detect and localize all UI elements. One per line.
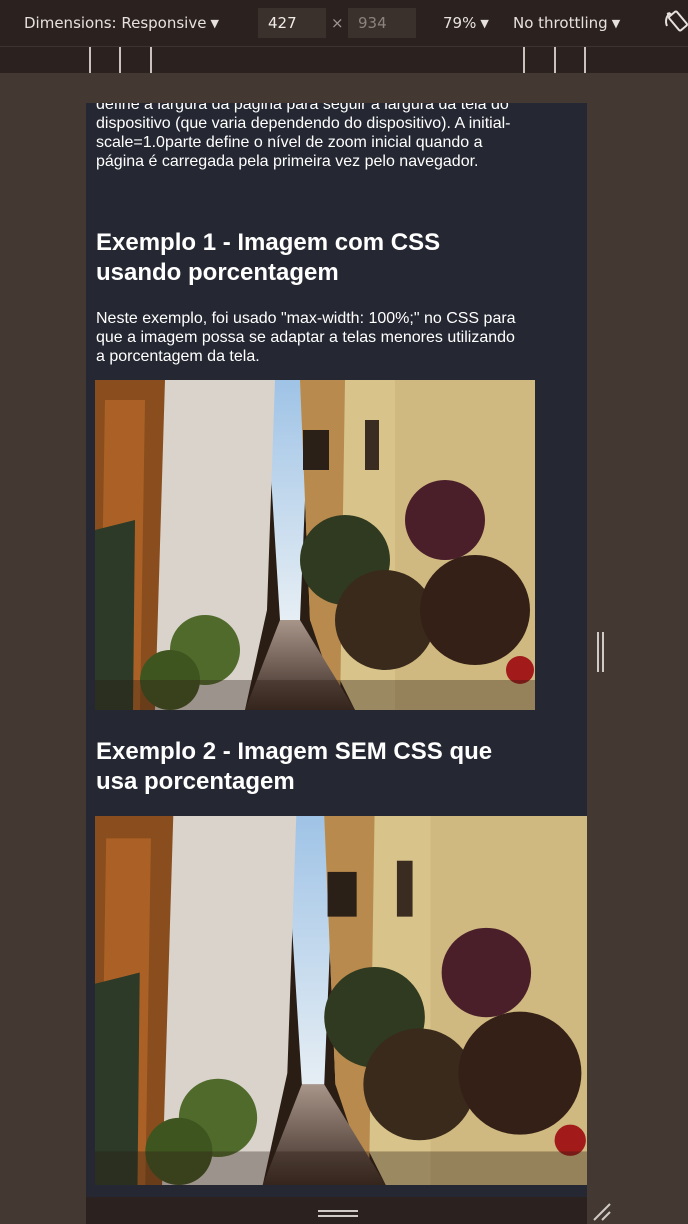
media-query-ruler xyxy=(0,46,688,73)
corner-resize-handle[interactable] xyxy=(590,1200,612,1222)
ruler-tick xyxy=(554,47,556,73)
device-toolbar: Dimensions: Responsive ▼ 427 × 934 79% ▼ N… xyxy=(0,0,688,46)
zoom-value: 79% xyxy=(443,14,477,32)
throttling-value: No throttling xyxy=(513,14,608,32)
intro-paragraph: define a largura da página para seguir a… xyxy=(96,103,511,170)
caret-down-icon: ▼ xyxy=(210,17,219,30)
example1-heading: Exemplo 1 - Imagem com CSS usando porcen… xyxy=(96,229,441,286)
alley-photo-fixed xyxy=(95,816,587,1185)
right-resize-handle[interactable] xyxy=(597,632,607,672)
ruler-tick xyxy=(119,47,121,73)
throttling-dropdown[interactable]: No throttling ▼ xyxy=(513,14,620,32)
rotate-icon[interactable] xyxy=(664,8,688,36)
times-symbol: × xyxy=(331,14,344,32)
bottom-resize-handle[interactable] xyxy=(318,1210,358,1218)
emulated-viewport[interactable]: define a largura da página para seguir a… xyxy=(86,103,587,1197)
caret-down-icon: ▼ xyxy=(611,17,621,30)
handle-line xyxy=(602,632,604,672)
dimensions-dropdown[interactable]: Dimensions: Responsive ▼ xyxy=(24,14,219,32)
width-input[interactable]: 427 xyxy=(258,8,326,38)
alley-photo-responsive xyxy=(95,380,535,710)
height-input[interactable]: 934 xyxy=(348,8,416,38)
handle-line xyxy=(597,632,599,672)
caret-down-icon: ▼ xyxy=(480,17,489,30)
zoom-dropdown[interactable]: 79% ▼ xyxy=(443,14,489,32)
handle-line xyxy=(318,1215,358,1217)
ruler-tick xyxy=(584,47,586,73)
example2-heading: Exemplo 2 - Imagem SEM CSS que usa porce… xyxy=(96,738,493,795)
handle-line xyxy=(318,1210,358,1212)
example1-paragraph: Neste exemplo, foi usado "max-width: 100… xyxy=(96,310,516,365)
ruler-tick xyxy=(89,47,91,73)
dimensions-label: Dimensions: Responsive xyxy=(24,14,207,32)
page-content: define a largura da página para seguir a… xyxy=(96,103,526,795)
ruler-tick xyxy=(523,47,525,73)
ruler-tick xyxy=(150,47,152,73)
